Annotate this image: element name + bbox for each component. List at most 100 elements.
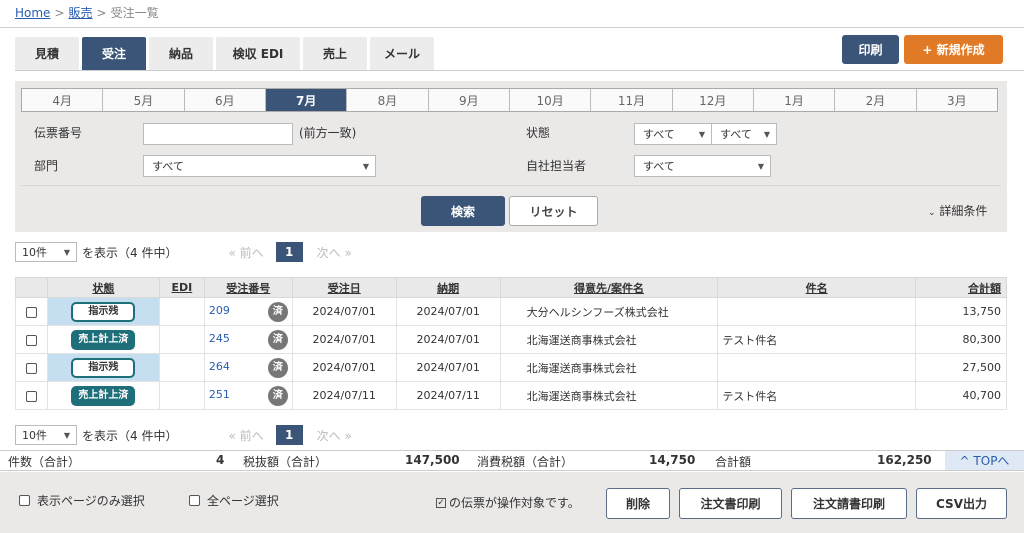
status-badge[interactable]: 売上計上済 [71,385,136,406]
subject-cell: テスト件名 [717,325,916,354]
tab-orders[interactable]: 受注 [82,37,146,70]
chevron-down-icon: ⌄ [928,208,936,218]
slip-number-hint: (前方一致) [299,126,357,140]
pager-top: 10件 ▼ を表示（4 件中） « 前へ 1 次へ » [15,242,352,262]
tab-delivery[interactable]: 納品 [149,37,213,70]
row-checkbox[interactable] [25,390,37,402]
staff-select[interactable]: すべて ▼ [634,155,771,177]
header-customer[interactable]: 得意先/案件名 [499,277,719,298]
month-jan[interactable]: 1月 [754,89,836,111]
department-select[interactable]: すべて ▼ [143,155,376,177]
select-all-pages-label: 全ページ選択 [207,494,279,508]
print-button[interactable]: 印刷 [842,35,899,64]
customer-cell: 北海運送商事株式会社 [499,353,719,382]
select-page-only[interactable]: 表示ページのみ選択 [19,492,145,509]
pager-bottom: 10件 ▼ を表示（4 件中） « 前へ 1 次へ » [15,425,352,445]
order-date-cell: 2024/07/01 [291,297,397,326]
header-edi[interactable]: EDI [158,277,205,298]
month-selector: 4月 5月 6月 7月 8月 9月 10月 11月 12月 1月 2月 3月 [21,88,998,112]
order-number-cell: 251 済 [203,381,293,410]
tabs-divider [15,70,1024,71]
prev-page-link[interactable]: « 前へ [228,244,263,261]
amount-cell: 13,750 [915,297,1007,326]
month-may[interactable]: 5月 [103,89,185,111]
month-sep[interactable]: 9月 [429,89,510,111]
search-button[interactable]: 検索 [421,196,505,226]
subject-cell [717,353,916,382]
count-total-label: 件数（合計） [8,455,81,469]
header-status[interactable]: 状態 [46,277,160,298]
order-number-cell: 264 済 [203,353,293,382]
order-acknowledgment-print-button[interactable]: 注文請書印刷 [791,488,907,519]
back-to-top-link[interactable]: ^ TOPへ [945,451,1024,470]
status-select-1-value: すべて [643,128,675,141]
due-date-cell: 2024/07/01 [395,297,501,326]
select-page-only-checkbox[interactable] [19,495,30,506]
order-number-link[interactable]: 264 [209,360,230,373]
month-apr[interactable]: 4月 [22,89,104,111]
month-aug[interactable]: 8月 [347,89,429,111]
tab-sales[interactable]: 売上 [303,37,367,70]
header-order-date[interactable]: 受注日 [291,277,397,298]
header-divider [0,27,1024,28]
status-select-1[interactable]: すべて ▼ [634,123,712,145]
order-number-link[interactable]: 251 [209,388,230,401]
tab-mail[interactable]: メール [370,37,434,70]
tab-estimate[interactable]: 見積 [15,37,79,70]
status-badge[interactable]: 指示残 [71,301,136,322]
reset-button[interactable]: リセット [509,196,598,226]
table-header-row: 状態 EDI 受注番号 受注日 納期 得意先/案件名 件名 合計額 [15,277,1007,298]
header-order-number[interactable]: 受注番号 [203,277,293,298]
slip-number-input[interactable] [143,123,293,145]
select-all-pages-checkbox[interactable] [189,495,200,506]
csv-export-button[interactable]: CSV出力 [916,488,1007,519]
next-page-link[interactable]: 次へ » [317,427,352,444]
page-number-current[interactable]: 1 [275,425,303,445]
month-oct[interactable]: 10月 [510,89,592,111]
table-row: 売上計上済 251 済 2024/07/11 2024/07/11 北海運送商事株… [15,381,1007,410]
delete-button[interactable]: 削除 [606,488,670,519]
grand-total-value: 162,250 [877,453,932,467]
header-amount[interactable]: 合計額 [915,277,1007,298]
status-cell: 売上計上済 [46,325,160,354]
month-jun[interactable]: 6月 [185,89,266,111]
page-number-current[interactable]: 1 [275,242,303,262]
order-date-cell: 2024/07/01 [291,353,397,382]
order-number-link[interactable]: 245 [209,332,230,345]
order-number-link[interactable]: 209 [209,304,230,317]
prev-page-link[interactable]: « 前へ [228,427,263,444]
month-mar[interactable]: 3月 [917,89,997,111]
header-due-date[interactable]: 納期 [395,277,501,298]
detail-conditions-toggle[interactable]: ⌄ 詳細条件 [928,202,987,219]
customer-cell: 北海運送商事株式会社 [499,325,719,354]
status-badge[interactable]: 指示残 [71,357,136,378]
row-checkbox[interactable] [25,306,37,318]
breadcrumb-home-link[interactable]: Home [15,6,50,20]
table-row: 売上計上済 245 済 2024/07/01 2024/07/01 北海運送商事株… [15,325,1007,354]
new-order-button[interactable]: + 新規作成 [904,35,1003,64]
month-dec[interactable]: 12月 [673,89,754,111]
breadcrumb-sales-link[interactable]: 販売 [69,6,93,20]
select-all-pages[interactable]: 全ページ選択 [189,492,279,509]
row-checkbox[interactable] [25,334,37,346]
status-badge[interactable]: 売上計上済 [71,329,136,350]
orders-table: 状態 EDI 受注番号 受注日 納期 得意先/案件名 件名 合計額 指示残 20… [15,277,1007,410]
breadcrumb-separator: > [96,6,107,20]
order-sheet-print-button[interactable]: 注文書印刷 [679,488,782,519]
status-select-2[interactable]: すべて ▼ [711,123,777,145]
order-date-cell: 2024/07/11 [291,381,397,410]
per-page-select[interactable]: 10件 ▼ [15,242,77,262]
breadcrumb-separator: > [54,6,65,20]
month-jul[interactable]: 7月 [265,89,348,111]
per-page-select[interactable]: 10件 ▼ [15,425,77,445]
edi-cell [158,353,205,382]
tab-inspection-edi[interactable]: 検収 EDI [216,37,300,70]
header-subject[interactable]: 件名 [717,277,916,298]
per-page-value: 10件 [22,429,47,442]
month-nov[interactable]: 11月 [591,89,673,111]
month-feb[interactable]: 2月 [835,89,917,111]
search-panel: 4月 5月 6月 7月 8月 9月 10月 11月 12月 1月 2月 3月 伝… [15,81,1007,232]
next-page-link[interactable]: 次へ » [317,244,352,261]
row-checkbox[interactable] [25,362,37,374]
table-row: 指示残 264 済 2024/07/01 2024/07/01 北海運送商事株式会… [15,353,1007,382]
